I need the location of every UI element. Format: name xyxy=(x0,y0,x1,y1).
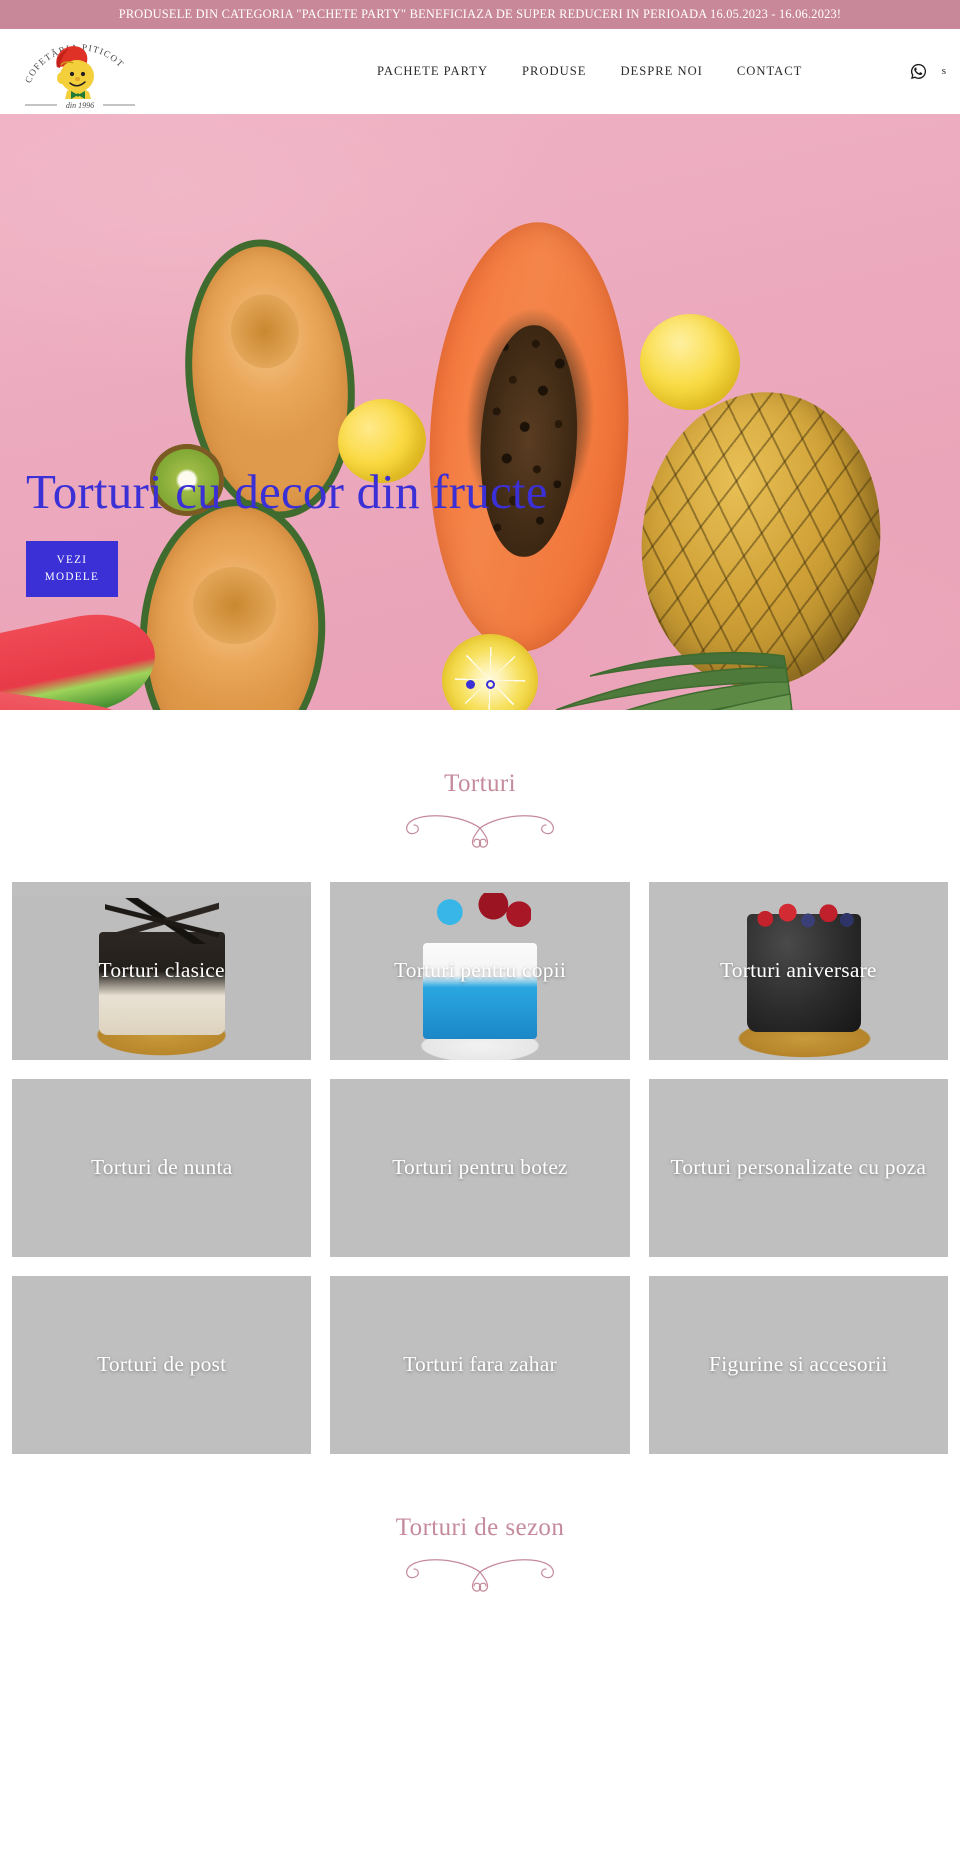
svg-text:din 1996: din 1996 xyxy=(65,101,93,110)
category-tile-torturi-aniversare[interactable]: Torturi aniversare xyxy=(648,882,948,1060)
section-torturi: Torturi Torturi clasice Torturi pentru c… xyxy=(0,710,960,1454)
search-icon[interactable]: s xyxy=(942,66,946,77)
category-label: Torturi de post xyxy=(97,1352,227,1377)
whatsapp-icon[interactable] xyxy=(909,62,928,81)
promo-banner: PRODUSELE DIN CATEGORIA "PACHETE PARTY" … xyxy=(0,0,960,29)
category-tile-torturi-de-post[interactable]: Torturi de post xyxy=(12,1276,312,1454)
hero-cta-button[interactable]: VEZI MODELE xyxy=(26,541,118,597)
category-tile-torturi-clasice[interactable]: Torturi clasice xyxy=(12,882,312,1060)
category-label: Torturi pentru botez xyxy=(392,1155,568,1180)
ornamental-divider-icon xyxy=(406,1559,554,1592)
nav-item-despre-noi[interactable]: DESPRE NOI xyxy=(603,64,719,79)
ornamental-divider-icon xyxy=(406,815,554,848)
category-label: Figurine si accesorii xyxy=(709,1352,888,1377)
pineapple-leaves xyxy=(555,651,793,710)
nav-item-contact[interactable]: CONTACT xyxy=(720,64,819,79)
hero-slider[interactable]: Torturi cu decor din fructe VEZI MODELE xyxy=(0,114,960,710)
site-logo[interactable]: COFETĂRIA PITICOT din 1996 xyxy=(12,29,147,114)
category-tile-torturi-pentru-copii[interactable]: Torturi pentru copii xyxy=(330,882,630,1060)
section-torturi-de-sezon-title: Torturi de sezon xyxy=(395,1514,565,1541)
nav-item-pachete-party[interactable]: PACHETE PARTY xyxy=(360,64,505,79)
hero-copy: Torturi cu decor din fructe VEZI MODELE xyxy=(26,466,548,597)
category-grid: Torturi clasice Torturi pentru copii Tor… xyxy=(12,852,948,1454)
main-navigation: PACHETE PARTY PRODUSE DESPRE NOI CONTACT xyxy=(360,29,819,114)
category-label: Torturi clasice xyxy=(98,958,225,983)
category-tile-torturi-fara-zahar[interactable]: Torturi fara zahar xyxy=(330,1276,630,1454)
piticot-dwarf-logo: COFETĂRIA PITICOT din 1996 xyxy=(23,42,135,110)
category-label: Torturi aniversare xyxy=(719,958,877,983)
category-label: Torturi de nunta xyxy=(90,1155,233,1180)
promo-banner-text: PRODUSELE DIN CATEGORIA "PACHETE PARTY" … xyxy=(118,7,842,21)
carousel-dots xyxy=(0,680,960,689)
header-icon-group: s xyxy=(909,29,946,114)
hero-cta-line2: MODELE xyxy=(44,570,100,583)
nav-item-produse[interactable]: PRODUSE xyxy=(505,64,603,79)
category-tile-torturi-de-nunta[interactable]: Torturi de nunta xyxy=(12,1079,312,1257)
carousel-dot-1[interactable] xyxy=(465,680,475,689)
category-label: Torturi fara zahar xyxy=(403,1352,557,1377)
section-torturi-de-sezon-header: Torturi de sezon xyxy=(0,1454,960,1596)
category-tile-torturi-personalizate-cu-poza[interactable]: Torturi personalizate cu poza xyxy=(648,1079,948,1257)
page-bottom-spacer xyxy=(0,1596,960,1632)
category-tile-torturi-pentru-botez[interactable]: Torturi pentru botez xyxy=(330,1079,630,1257)
hero-cta-line1: VEZI xyxy=(56,554,88,567)
hero-slide-image xyxy=(0,114,960,710)
lemon-half-right xyxy=(640,314,740,410)
category-label: Torturi pentru copii xyxy=(393,958,567,983)
section-torturi-header: Torturi xyxy=(0,710,960,852)
carousel-dot-2[interactable] xyxy=(485,680,495,689)
search-icon-glyph: s xyxy=(941,65,946,77)
section-torturi-title: Torturi xyxy=(444,770,516,797)
site-header: COFETĂRIA PITICOT din 1996 xyxy=(0,29,960,114)
section-torturi-de-sezon: Torturi de sezon xyxy=(0,1454,960,1632)
category-tile-figurine-si-accesorii[interactable]: Figurine si accesorii xyxy=(648,1276,948,1454)
category-label: Torturi personalizate cu poza xyxy=(670,1155,927,1180)
hero-title: Torturi cu decor din fructe xyxy=(26,464,548,519)
